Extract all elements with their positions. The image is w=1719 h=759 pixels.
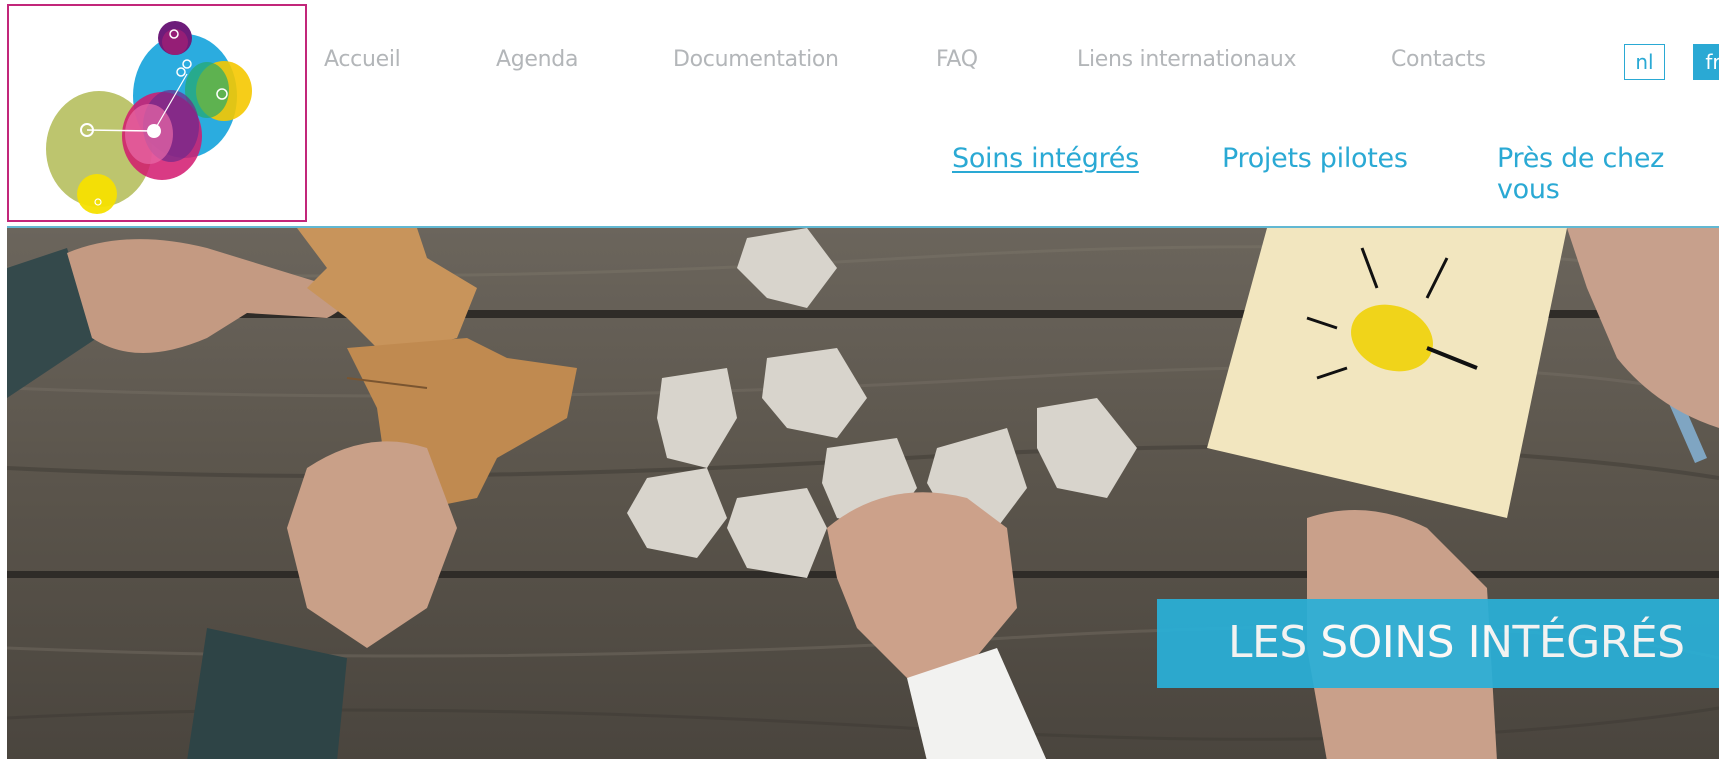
nav-link-documentation[interactable]: Documentation bbox=[673, 47, 839, 72]
language-nl-button[interactable]: nl bbox=[1624, 44, 1665, 80]
nav-link-contacts[interactable]: Contacts bbox=[1391, 47, 1486, 72]
main-nav-projets-pilotes[interactable]: Projets pilotes bbox=[1222, 143, 1408, 174]
hero-banner: LES SOINS INTÉGRÉS bbox=[1157, 599, 1719, 688]
nav-link-liens-internationaux[interactable]: Liens internationaux bbox=[1077, 47, 1297, 72]
bubbles-logo-icon bbox=[46, 21, 252, 214]
nav-link-agenda[interactable]: Agenda bbox=[496, 47, 578, 72]
nav-link-accueil[interactable]: Accueil bbox=[324, 47, 401, 72]
main-nav-pres-de-chez-vous[interactable]: Près de chez vous bbox=[1497, 143, 1719, 205]
nav-link-faq[interactable]: FAQ bbox=[936, 47, 978, 72]
language-fr-button[interactable]: fr bbox=[1693, 44, 1719, 80]
hero-banner-title: LES SOINS INTÉGRÉS bbox=[1228, 617, 1685, 668]
main-nav-soins-integres[interactable]: Soins intégrés bbox=[952, 143, 1139, 174]
site-header: Accueil Agenda Documentation FAQ Liens i… bbox=[0, 0, 1719, 226]
site-logo[interactable] bbox=[7, 4, 307, 222]
